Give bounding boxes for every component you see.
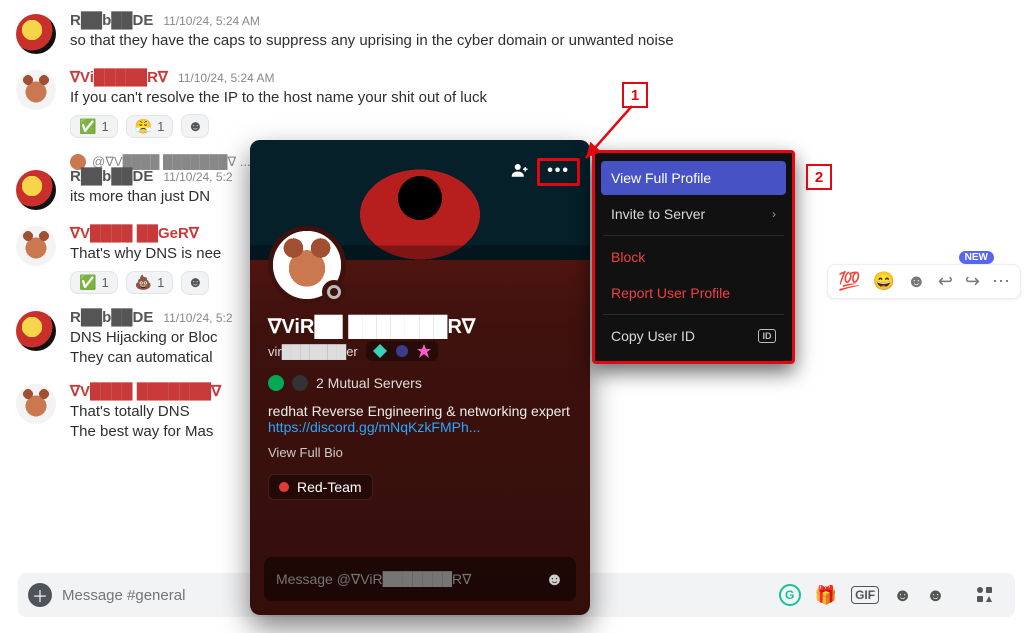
timestamp: 11/10/24, 5:2 xyxy=(163,311,232,325)
timestamp: 11/10/24, 5:24 AM xyxy=(163,14,260,28)
new-badge: NEW xyxy=(959,251,994,264)
username[interactable]: ∇V████ ██GeR∇ xyxy=(70,224,199,242)
profile-display-name: ∇ViR██ ███████R∇ xyxy=(268,314,572,339)
emoji-icon[interactable]: ☻ xyxy=(545,569,564,590)
user-profile-popout: ••• ∇ViR██ ███████R∇ vir███████er 2 Mutu… xyxy=(250,140,590,615)
gift-icon[interactable]: 🎁 xyxy=(815,585,837,606)
bio-link[interactable]: https://discord.gg/mNqKzkFMPh... xyxy=(268,419,480,435)
add-friend-icon[interactable] xyxy=(511,161,529,184)
profile-message-input-wrap: ☻ xyxy=(264,557,576,601)
profile-bio: redhat Reverse Engineering & networking … xyxy=(268,403,572,435)
add-reaction-icon[interactable]: ☻ xyxy=(181,114,209,138)
annotation-2: 2 xyxy=(806,164,832,190)
reaction[interactable]: ✅1 xyxy=(70,271,118,294)
menu-view-full-profile[interactable]: View Full Profile xyxy=(601,161,786,195)
message-text: If you can't resolve the IP to the host … xyxy=(70,88,1017,108)
avatar[interactable] xyxy=(16,311,56,351)
status-indicator xyxy=(322,280,346,304)
menu-copy-user-id[interactable]: Copy User IDID xyxy=(601,319,786,353)
timestamp: 11/10/24, 5:24 AM xyxy=(178,71,275,85)
emoji-icon[interactable]: ☻ xyxy=(926,585,945,606)
avatar[interactable] xyxy=(16,14,56,54)
gif-icon[interactable]: GIF xyxy=(851,586,879,604)
forward-icon[interactable]: ↪ xyxy=(961,269,984,294)
profile-role: Red-Team xyxy=(268,474,373,500)
message-text: so that they have the caps to suppress a… xyxy=(70,31,1017,51)
attach-button[interactable]: ＋ xyxy=(28,583,52,607)
id-icon: ID xyxy=(758,329,776,343)
menu-invite-to-server[interactable]: Invite to Server› xyxy=(601,197,786,231)
mutual-servers[interactable]: 2 Mutual Servers xyxy=(268,375,572,391)
separator xyxy=(603,314,784,315)
apps-button[interactable] xyxy=(965,575,1005,615)
menu-report-user[interactable]: Report User Profile xyxy=(601,276,786,310)
avatar[interactable] xyxy=(16,226,56,266)
username[interactable]: R██b██DE xyxy=(70,12,153,29)
react-laugh-icon[interactable]: 😄 xyxy=(868,269,898,294)
username[interactable]: ∇V████ ███████∇ xyxy=(70,382,221,400)
react-100-icon[interactable]: 💯 xyxy=(834,269,864,294)
avatar[interactable] xyxy=(16,70,56,110)
message-hover-actions: NEW 💯 😄 ☻ ↩ ↪ ⋯ xyxy=(827,264,1021,299)
avatar[interactable] xyxy=(16,170,56,210)
sticker-icon[interactable]: ☻ xyxy=(893,585,912,606)
annotation-1: 1 xyxy=(622,82,648,108)
reaction[interactable]: 😤1 xyxy=(126,115,174,138)
grammarly-icon[interactable]: G xyxy=(779,584,801,606)
more-icon[interactable]: ⋯ xyxy=(988,269,1014,294)
profile-context-menu: View Full Profile Invite to Server› Bloc… xyxy=(592,150,795,364)
reaction[interactable]: 💩1 xyxy=(126,271,174,294)
separator xyxy=(603,235,784,236)
chevron-right-icon: › xyxy=(772,207,776,221)
username[interactable]: R██b██DE xyxy=(70,168,153,185)
username[interactable]: R██b██DE xyxy=(70,309,153,326)
reply-icon[interactable]: ↩ xyxy=(934,269,957,294)
profile-username: vir███████er xyxy=(268,344,358,359)
react-picker-icon[interactable]: ☻ xyxy=(903,269,930,294)
profile-badges xyxy=(366,341,438,361)
reactions: ✅1 😤1 ☻ xyxy=(70,114,1017,138)
reaction[interactable]: ✅1 xyxy=(70,115,118,138)
add-reaction-icon[interactable]: ☻ xyxy=(181,271,209,295)
view-full-bio-link[interactable]: View Full Bio xyxy=(268,445,572,460)
timestamp: 11/10/24, 5:2 xyxy=(163,170,232,184)
more-options-icon[interactable]: ••• xyxy=(537,158,580,186)
profile-message-input[interactable] xyxy=(276,571,545,587)
message: R██b██DE 11/10/24, 5:24 AM so that they … xyxy=(16,8,1017,64)
menu-block[interactable]: Block xyxy=(601,240,786,274)
role-color-dot xyxy=(279,482,289,492)
username[interactable]: ∇Vi█████R∇ xyxy=(70,68,168,86)
message: ∇Vi█████R∇ 11/10/24, 5:24 AM If you can'… xyxy=(16,64,1017,148)
avatar[interactable] xyxy=(16,384,56,424)
